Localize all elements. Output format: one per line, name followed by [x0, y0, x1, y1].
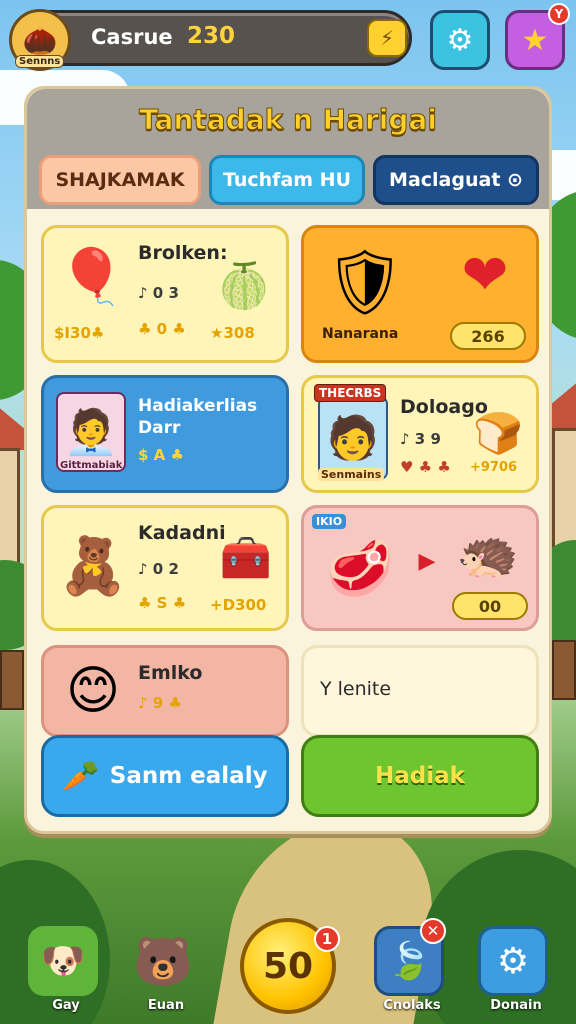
favorites-button[interactable]: ★ Y — [505, 3, 570, 70]
balloon-icon: 🎈 — [58, 245, 126, 308]
item-card-doloago[interactable]: 🧑 THECRBS Senmains Doloago ♪ 3 9 🍞 ♥ ♣ ♣… — [301, 375, 539, 493]
card-level: ♪ 3 9 — [400, 430, 441, 448]
price-pill[interactable]: 266 — [450, 322, 526, 350]
settings-button[interactable]: ⚙ — [430, 10, 490, 70]
close-badge-icon[interactable]: ✕ — [420, 918, 446, 944]
heart-icon: ❤ — [461, 242, 509, 308]
gear-icon: ⚙ — [478, 926, 548, 996]
card-bonus: +D300 — [210, 596, 267, 614]
card-bonus: +9706 — [470, 460, 518, 475]
player-name: Casrue — [91, 25, 173, 49]
primary-action-button[interactable]: Hadiak — [301, 735, 539, 817]
dock-item-cnolaks[interactable]: 🍃 ✕ Cnolaks — [374, 918, 450, 1013]
card-title: Emlko — [138, 662, 203, 684]
item-card-brolken[interactable]: 🎈 Brolken: 🍈 ♪ 0 3 $I30♣ ♣ 0 ♣ ★308 — [41, 225, 289, 363]
tab-tuchfam[interactable]: Tuchfam HU — [209, 155, 365, 205]
item-card-emlko[interactable]: 😊 Emlko ♪ 9 ♣ — [41, 645, 289, 737]
notification-badge: Y — [548, 3, 570, 25]
card-bonus: ★308 — [210, 324, 255, 342]
tab-shajkamak[interactable]: SHAJKAMAK — [39, 155, 201, 205]
notification-badge: 1 — [314, 926, 340, 952]
portrait-label: Gittmabiak — [60, 460, 123, 471]
info-card: Y lenite — [301, 645, 539, 737]
badge-text: ✕ — [426, 922, 440, 940]
gear-icon: ⚙ — [446, 22, 474, 58]
card-stat: ♣ 0 ♣ — [138, 320, 186, 338]
card-tag: IKIO — [312, 514, 347, 529]
center-coin-value: 50 — [262, 945, 314, 987]
tab-maclaguat[interactable]: Maclaguat ⊙ — [373, 155, 539, 205]
chest-icon: 🧰 — [219, 533, 273, 582]
badge-text: Y — [554, 7, 564, 21]
card-stat: ♥ ♣ ♣ — [400, 458, 451, 476]
carrot-icon: 🥕 — [62, 758, 100, 794]
shield-icon: 🛡 — [324, 245, 406, 320]
info-text: Y lenite — [320, 678, 392, 700]
portrait-banner: THECRBS — [314, 384, 387, 402]
smiley-icon: 😊 — [65, 661, 121, 721]
item-card-ham[interactable]: IKIO 🥩 ▶ 🦔 00 — [301, 505, 539, 631]
card-title: Kadadni — [138, 522, 226, 544]
melon-icon: 🍈 — [216, 261, 272, 312]
portrait-label: Senmains — [318, 468, 385, 481]
bear-icon: 🧸 — [58, 534, 128, 599]
item-card-nanarana[interactable]: 🛡 ❤ Nanarana 266 — [301, 225, 539, 363]
bear-face-icon: 🐻 — [133, 933, 193, 990]
creature-icon: 🦔 — [456, 524, 520, 583]
dock-label: Cnolaks — [383, 998, 441, 1013]
bolt-icon: ⚡ — [379, 26, 395, 50]
tab-bar: SHAJKAMAK Tuchfam HU Maclaguat ⊙ — [27, 155, 549, 209]
primary-action-label: Hadiak — [375, 763, 465, 789]
avatar-label: Sennns — [15, 55, 65, 68]
card-stat: ♣ S ♣ — [138, 594, 187, 612]
player-avatar[interactable]: 🌰 Sennns — [9, 9, 71, 71]
dock-item-euan[interactable]: 🐻 Euan — [128, 926, 204, 1014]
dog-icon: 🐶 — [28, 926, 98, 996]
card-title: Hadiakerlias — [138, 396, 258, 416]
meat-icon: 🥩 — [326, 537, 394, 600]
boost-button[interactable]: ⚡ — [367, 19, 407, 57]
secondary-action-button[interactable]: 🥕 Sanm ealaly — [41, 735, 289, 817]
coin-count: 230 — [187, 23, 236, 49]
price-pill[interactable]: 00 — [452, 592, 528, 620]
panel-title: Tantadak n Harigai — [139, 103, 438, 137]
star-icon: ★ — [521, 22, 549, 58]
card-stat: ♪ 9 ♣ — [138, 694, 182, 712]
dock-label: Euan — [147, 998, 185, 1013]
dock-label: Gay — [52, 998, 80, 1013]
shop-panel: Tantadak n Harigai SHAJKAMAK Tuchfam HU … — [24, 86, 552, 834]
panel-header: Tantadak n Harigai — [27, 89, 549, 155]
card-level: ♪ 0 2 — [138, 560, 179, 578]
card-subtitle: Darr — [138, 418, 181, 438]
dock-item-gay[interactable]: 🐶 Gay — [28, 926, 104, 1013]
arrow-right-icon: ▶ — [418, 548, 436, 574]
badge-text: 1 — [321, 930, 333, 948]
fence — [0, 650, 24, 710]
fence — [552, 640, 576, 700]
dock-item-donain[interactable]: ⚙ Donain — [478, 926, 554, 1013]
bread-icon: 🍞 — [473, 410, 523, 457]
center-coin-button[interactable]: 50 1 — [240, 918, 340, 1014]
card-level: ♪ 0 3 — [138, 284, 179, 302]
card-label: Nanarana — [322, 326, 399, 342]
secondary-action-label: Sanm ealaly — [109, 763, 268, 789]
item-card-hadiakerlias[interactable]: 🧑‍💼 Gittmabiak Hadiakerlias Darr $ A ♣ — [41, 375, 289, 493]
house — [0, 448, 20, 568]
item-card-kadadni[interactable]: 🧸 Kadadni ♪ 0 2 🧰 ♣ S ♣ +D300 — [41, 505, 289, 631]
card-price: $I30♣ — [54, 324, 105, 342]
player-status-bar: 🌰 Sennns Casrue 230 ⚡ — [9, 9, 412, 71]
dock-label: Donain — [490, 998, 542, 1013]
card-price: $ A ♣ — [138, 446, 184, 464]
